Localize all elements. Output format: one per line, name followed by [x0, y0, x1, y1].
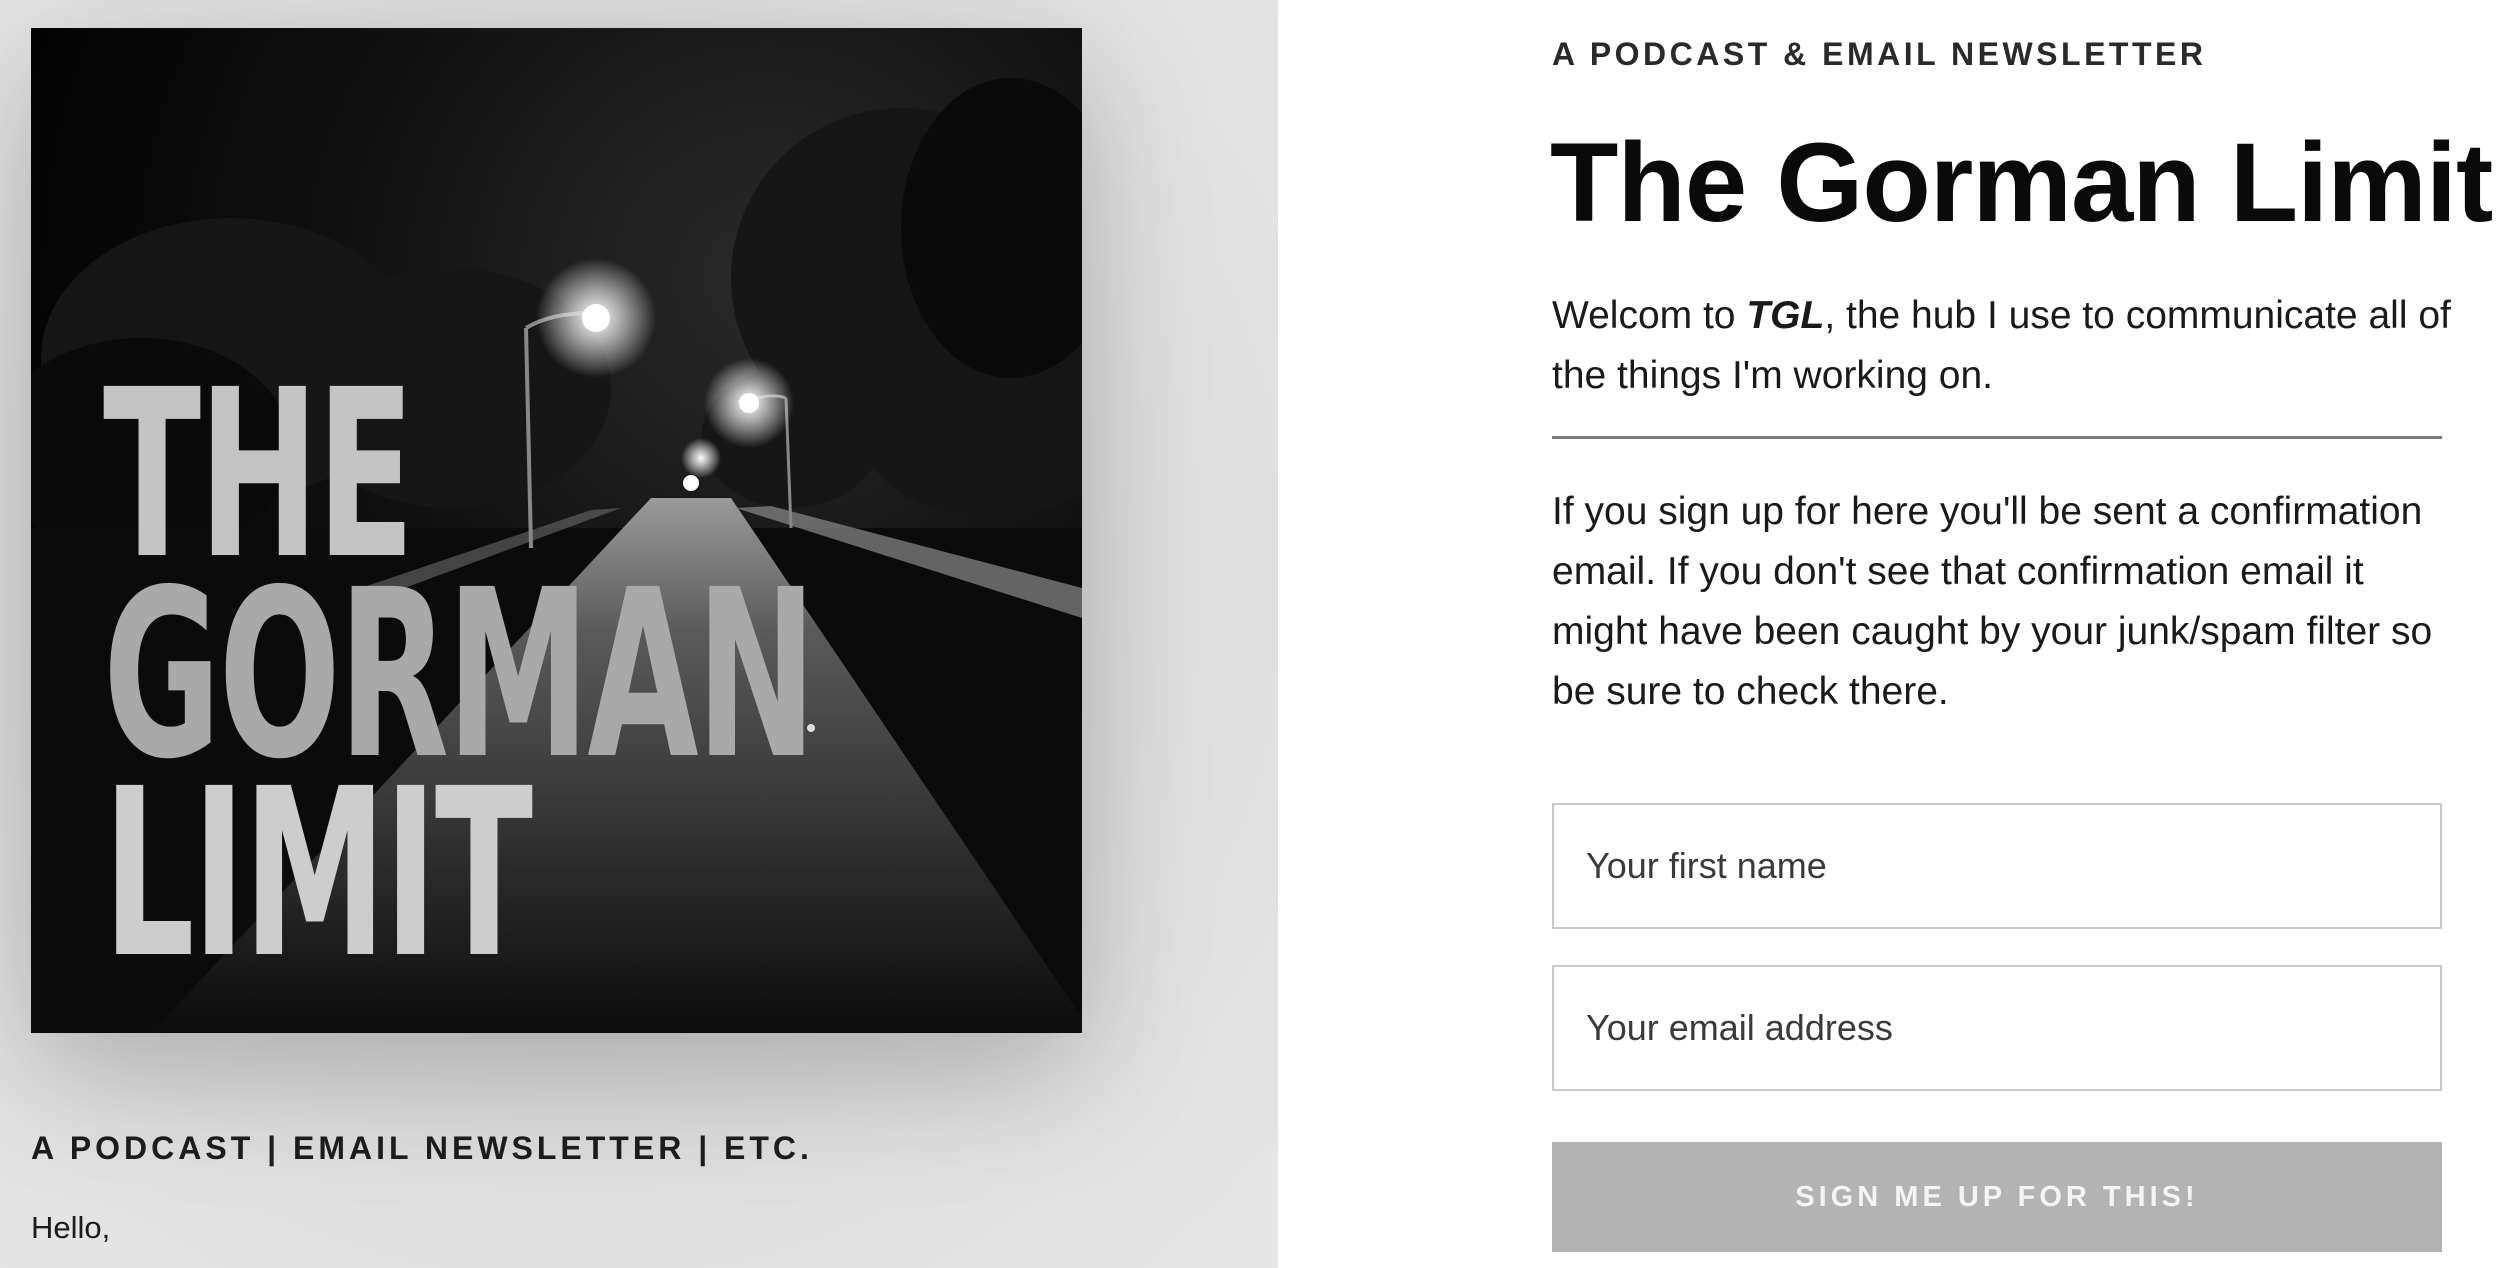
intro-prefix: Welcom to: [1552, 294, 1747, 337]
page: THE GORMAN LIMIT A PODCAST | EMAIL NEWSL…: [0, 0, 2504, 1268]
cover-title-line-limit: LIMIT: [103, 739, 533, 1010]
intro-emphasis: TGL: [1746, 294, 1825, 337]
divider: [1552, 436, 2442, 439]
podcast-cover-art: THE GORMAN LIMIT: [31, 28, 1082, 1033]
first-name-field[interactable]: [1552, 803, 2442, 929]
intro-paragraph: Welcom to TGL, the hub I use to communic…: [1552, 286, 2452, 406]
confirmation-notice: If you sign up for here you'll be sent a…: [1552, 490, 2433, 713]
email-field[interactable]: [1552, 965, 2442, 1091]
greeting-text: Hello,: [31, 1210, 111, 1245]
left-panel: THE GORMAN LIMIT A PODCAST | EMAIL NEWSL…: [0, 0, 1278, 1268]
page-title: The Gorman Limit: [1550, 120, 2493, 245]
signup-eyebrow: A PODCAST & EMAIL NEWSLETTER: [1552, 36, 2207, 72]
sign-up-button[interactable]: SIGN ME UP FOR THIS!: [1552, 1142, 2442, 1252]
cover-title: THE GORMAN LIMIT: [103, 359, 1082, 1010]
signup-panel: A PODCAST & EMAIL NEWSLETTER The Gorman …: [1278, 0, 2504, 1268]
left-tagline: A PODCAST | EMAIL NEWSLETTER | ETC.: [31, 1130, 813, 1166]
